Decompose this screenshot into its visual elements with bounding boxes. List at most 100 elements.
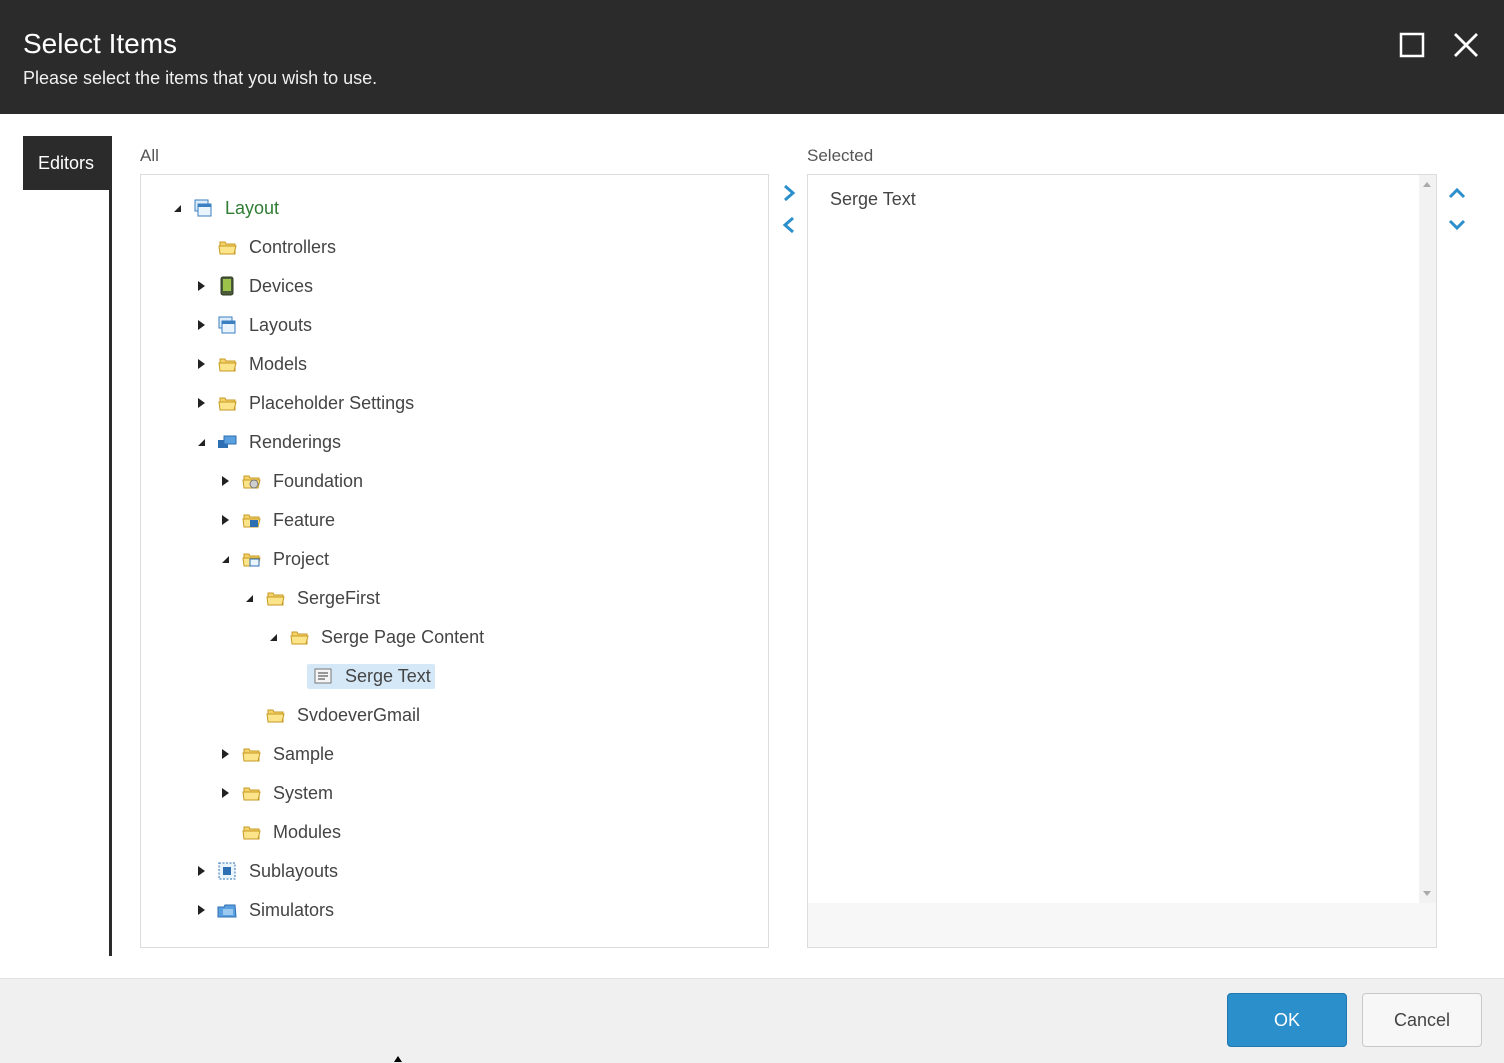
folder-icon (287, 625, 311, 649)
cancel-button[interactable]: Cancel (1362, 993, 1482, 1047)
tree-node[interactable]: Layouts (191, 310, 316, 340)
tree-node-label: Controllers (249, 236, 337, 257)
tree-node-content[interactable]: Feature (235, 508, 339, 533)
tree-node-content[interactable]: Sample (235, 742, 338, 767)
tree-node-content[interactable]: Project (235, 547, 333, 572)
collapse-toggle-icon[interactable] (191, 427, 211, 457)
mouse-cursor-icon (394, 1056, 402, 1062)
scroll-up-icon[interactable] (1423, 182, 1431, 187)
tree-node-label: System (273, 782, 334, 803)
move-left-button[interactable] (779, 214, 799, 236)
collapse-toggle-icon[interactable] (263, 622, 283, 652)
folder-icon (239, 781, 263, 805)
tree-node[interactable]: SvdoeverGmail (239, 700, 424, 730)
tree-node-content[interactable]: System (235, 781, 337, 806)
expand-toggle-icon[interactable] (191, 349, 211, 379)
tree-node-content[interactable]: Modules (235, 820, 345, 845)
layout-icon (191, 196, 215, 220)
expand-toggle-icon[interactable] (215, 739, 235, 769)
tree-node[interactable]: Placeholder Settings (191, 388, 418, 418)
tab-editors[interactable]: Editors (23, 136, 109, 190)
tree-node[interactable]: Serge Page Content (263, 622, 488, 652)
tree-node-label: Feature (273, 509, 336, 530)
tree-node-content[interactable]: Sublayouts (211, 859, 342, 884)
sublayout-icon (215, 859, 239, 883)
tree-node-content[interactable]: SergeFirst (259, 586, 384, 611)
tree-node-label: Layouts (249, 314, 313, 335)
collapse-toggle-icon[interactable] (167, 193, 187, 223)
scrollbar[interactable] (1419, 175, 1436, 903)
tree-node[interactable]: Project (215, 544, 333, 574)
maximize-button[interactable] (1395, 28, 1429, 62)
tree-node-label: Models (249, 353, 308, 374)
tree-node[interactable]: SergeFirst (239, 583, 384, 613)
all-label: All (140, 146, 159, 165)
tree-node[interactable]: Feature (215, 505, 339, 535)
close-icon (1454, 33, 1478, 57)
tree-node[interactable]: Foundation (215, 466, 367, 496)
feature-folder-icon (239, 508, 263, 532)
expand-toggle-icon[interactable] (215, 466, 235, 496)
tree-node[interactable]: Devices (191, 271, 317, 301)
tree-node[interactable]: Sample (215, 739, 338, 769)
tree-node-label: Serge Page Content (321, 626, 485, 647)
close-button[interactable] (1449, 28, 1483, 62)
project-folder-icon (239, 547, 263, 571)
tree-node[interactable]: Layout (167, 193, 283, 223)
ok-button[interactable]: OK (1227, 993, 1347, 1047)
selected-items-area: Serge Text (808, 175, 1419, 903)
all-items-tree: Layout Controllers Devices Layouts Models Pla… (140, 174, 769, 948)
tree-node-content[interactable]: Simulators (211, 898, 338, 923)
renderings-icon (215, 430, 239, 454)
chevron-left-icon (782, 216, 794, 234)
folder-icon (215, 352, 239, 376)
scroll-down-icon[interactable] (1423, 891, 1431, 896)
collapse-toggle-icon[interactable] (239, 583, 259, 613)
toggle-spacer (287, 661, 307, 691)
collapse-toggle-icon[interactable] (215, 544, 235, 574)
tree-node-content[interactable]: Layouts (211, 313, 316, 338)
tree-node[interactable]: Modules (215, 817, 345, 847)
tree-node-content[interactable]: Controllers (211, 235, 340, 260)
tree-node[interactable]: Sublayouts (191, 856, 342, 886)
tree-node[interactable]: Models (191, 349, 311, 379)
move-right-button[interactable] (779, 182, 799, 204)
tree-node[interactable]: Serge Text (287, 661, 435, 691)
tree-node[interactable]: System (215, 778, 337, 808)
selected-item[interactable]: Serge Text (830, 189, 916, 210)
tree-node-content[interactable]: Devices (211, 274, 317, 299)
move-down-button[interactable] (1446, 214, 1468, 236)
tree-node-content[interactable]: SvdoeverGmail (259, 703, 424, 728)
toggle-spacer (191, 232, 211, 262)
folder-icon (239, 820, 263, 844)
tree-node-content[interactable]: Placeholder Settings (211, 391, 418, 416)
tree-node-label: Simulators (249, 899, 335, 920)
tree-node-label: Sublayouts (249, 860, 339, 881)
expand-toggle-icon[interactable] (191, 856, 211, 886)
tree-node[interactable]: Simulators (191, 895, 338, 925)
expand-toggle-icon[interactable] (191, 310, 211, 340)
expand-toggle-icon[interactable] (215, 778, 235, 808)
folder-icon (215, 391, 239, 415)
tree-node-selected[interactable]: Serge Text (307, 663, 435, 689)
tree-node-content[interactable]: Serge Page Content (283, 625, 488, 650)
chevron-right-icon (784, 184, 796, 202)
move-up-button[interactable] (1446, 182, 1468, 204)
tree-node-label: SergeFirst (297, 587, 381, 608)
foundation-folder-icon (239, 469, 263, 493)
folder-icon (263, 703, 287, 727)
tree-node-content[interactable]: Renderings (211, 430, 345, 455)
dialog-title: Select Items (23, 28, 178, 59)
tree-node-content[interactable]: Foundation (235, 469, 367, 494)
tree-node-content[interactable]: Models (211, 352, 311, 377)
selected-label: Selected (807, 146, 874, 165)
toggle-spacer (215, 817, 235, 847)
expand-toggle-icon[interactable] (191, 388, 211, 418)
tree-node[interactable]: Renderings (191, 427, 345, 457)
expand-toggle-icon[interactable] (191, 271, 211, 301)
expand-toggle-icon[interactable] (191, 895, 211, 925)
tree-node[interactable]: Controllers (191, 232, 340, 262)
expand-toggle-icon[interactable] (215, 505, 235, 535)
tree-node-label: Renderings (249, 431, 342, 452)
tree-node-content[interactable]: Layout (187, 196, 283, 221)
